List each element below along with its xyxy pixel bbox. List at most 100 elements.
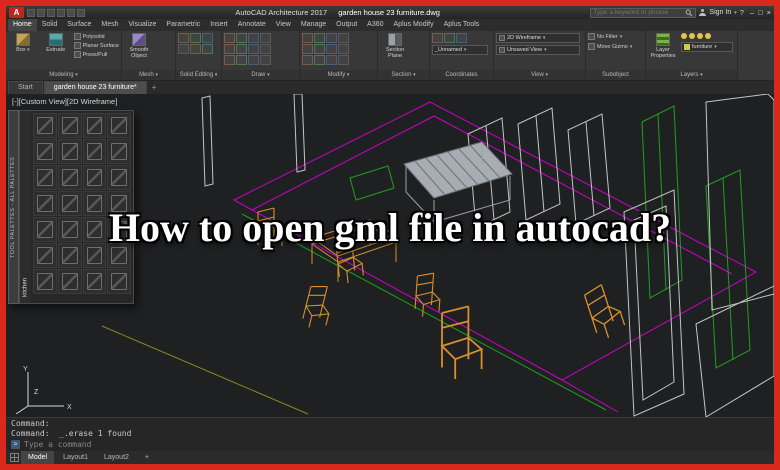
modify-tool-icon[interactable]	[302, 44, 313, 54]
modify-tool-icon[interactable]	[338, 44, 349, 54]
new-tab-icon[interactable]: +	[148, 82, 161, 94]
autocad-app-icon[interactable]: A	[9, 7, 24, 18]
ucs-name-dropdown[interactable]: _Unnamed▾	[432, 45, 488, 55]
layout-tab[interactable]: Layout2	[97, 451, 136, 464]
palette-item[interactable]	[58, 113, 82, 138]
window-control-button[interactable]: –	[750, 8, 754, 17]
palette-item[interactable]	[83, 269, 107, 294]
palette-item[interactable]	[33, 269, 57, 294]
ribbon-tab[interactable]: Solid	[37, 19, 63, 31]
palette-item[interactable]	[83, 165, 107, 190]
panel-label-section[interactable]: Section ▾	[378, 70, 429, 80]
smooth-object-button[interactable]: Smooth Object	[124, 33, 154, 60]
draw-tool-icon[interactable]	[248, 55, 259, 65]
solid-editing-tool-icon[interactable]	[178, 33, 189, 43]
polysolid-button[interactable]: Polysolid	[74, 33, 119, 40]
modify-tool-icon[interactable]	[302, 33, 313, 43]
palette-item[interactable]	[33, 165, 57, 190]
modify-tool-icon[interactable]	[326, 33, 337, 43]
ribbon-tab[interactable]: Annotate	[233, 19, 271, 31]
panel-label-view[interactable]: View ▾	[494, 70, 585, 80]
layout-tab[interactable]: Model	[21, 451, 54, 464]
layer-on-icon[interactable]	[681, 33, 687, 39]
no-filter-button[interactable]: No Filter ▾	[588, 33, 622, 40]
draw-tool-icon[interactable]	[260, 55, 271, 65]
ribbon-tab[interactable]: View	[271, 19, 296, 31]
solid-editing-tool-icon[interactable]	[202, 44, 213, 54]
layer-lock-icon[interactable]	[697, 33, 703, 39]
solid-editing-tool-icon[interactable]	[178, 44, 189, 54]
layout-tab[interactable]: +	[138, 451, 156, 464]
window-control-button[interactable]: ×	[767, 8, 771, 17]
help-icon[interactable]: ?	[740, 8, 744, 17]
panel-label-solid-editing[interactable]: Solid Editing ▾	[176, 70, 221, 80]
modify-tool-icon[interactable]	[326, 55, 337, 65]
planar-surface-button[interactable]: Planar Surface	[74, 42, 119, 49]
palette-item[interactable]	[107, 113, 131, 138]
draw-tool-icon[interactable]	[236, 55, 247, 65]
print-icon[interactable]	[77, 9, 85, 17]
solid-editing-tool-icon[interactable]	[190, 44, 201, 54]
palette-item[interactable]	[83, 113, 107, 138]
palette-item[interactable]	[83, 139, 107, 164]
ribbon-tab[interactable]: Home	[8, 19, 37, 31]
search-icon[interactable]	[685, 9, 693, 17]
draw-tool-icon[interactable]	[248, 44, 259, 54]
undo-icon[interactable]	[57, 9, 65, 17]
layout-tab[interactable]: Layout1	[56, 451, 95, 464]
view-dropdown[interactable]: Unsaved View▾	[496, 45, 580, 55]
draw-tool-icon[interactable]	[248, 33, 259, 43]
document-tab[interactable]: garden house 23 furniture*	[44, 81, 147, 94]
draw-tool-icon[interactable]	[224, 44, 235, 54]
window-control-button[interactable]: □	[758, 8, 763, 17]
ribbon-tab[interactable]: Parametric	[161, 19, 205, 31]
panel-label-modify[interactable]: Modify ▾	[300, 70, 377, 80]
visual-style-dropdown[interactable]: 2D Wireframe▾	[496, 33, 580, 43]
grid-display-icon[interactable]	[10, 453, 19, 462]
modify-tool-icon[interactable]	[314, 44, 325, 54]
panel-label-coordinates[interactable]: Coordinates	[430, 70, 493, 80]
palette-item[interactable]	[107, 165, 131, 190]
save-icon[interactable]	[47, 9, 55, 17]
press-pull-button[interactable]: Press/Pull	[74, 51, 119, 58]
layer-properties-button[interactable]: Layer Properties	[648, 33, 678, 60]
layer-dropdown[interactable]: furniture▾	[681, 42, 733, 52]
modify-tool-icon[interactable]	[338, 55, 349, 65]
solid-editing-tool-icon[interactable]	[202, 33, 213, 43]
panel-label-layers[interactable]: Layers ▾	[646, 70, 737, 80]
palette-item[interactable]	[58, 139, 82, 164]
ribbon-tab[interactable]: Aplus Modify	[389, 19, 439, 31]
ribbon-tab[interactable]: Surface	[62, 19, 96, 31]
panel-label-modeling[interactable]: Modeling ▾	[6, 70, 121, 80]
ucs-tool-icon[interactable]	[432, 33, 443, 43]
extrude-tool-button[interactable]: Extrude	[41, 33, 71, 53]
draw-tool-icon[interactable]	[236, 44, 247, 54]
box-tool-button[interactable]: Box ▾	[8, 33, 38, 54]
new-file-icon[interactable]	[27, 9, 35, 17]
ribbon-tab[interactable]: A360	[362, 19, 388, 31]
ucs-tool-icon[interactable]	[456, 33, 467, 43]
document-tab[interactable]: Start	[8, 81, 43, 94]
open-file-icon[interactable]	[37, 9, 45, 17]
draw-tool-icon[interactable]	[224, 55, 235, 65]
solid-editing-tool-icon[interactable]	[190, 33, 201, 43]
viewport-controls[interactable]: [-][Custom View][2D Wireframe]	[12, 97, 117, 106]
command-input-row[interactable]: > Type a command	[11, 439, 769, 450]
panel-label-mesh[interactable]: Mesh ▾	[122, 70, 175, 80]
sign-in-chevron-icon[interactable]: ▾	[734, 10, 737, 16]
layer-freeze-icon[interactable]	[689, 33, 695, 39]
palette-item[interactable]	[107, 139, 131, 164]
palette-item[interactable]	[33, 113, 57, 138]
draw-tool-icon[interactable]	[236, 33, 247, 43]
draw-tool-icon[interactable]	[260, 33, 271, 43]
draw-tool-icon[interactable]	[224, 33, 235, 43]
palette-item[interactable]	[107, 269, 131, 294]
panel-label-subobject[interactable]: Subobject	[586, 70, 645, 80]
section-plane-button[interactable]: Section Plane	[380, 33, 410, 60]
panel-label-draw[interactable]: Draw ▾	[222, 70, 299, 80]
palette-item[interactable]	[58, 165, 82, 190]
modify-tool-icon[interactable]	[338, 33, 349, 43]
layer-color-icon[interactable]	[705, 33, 711, 39]
search-input[interactable]	[593, 9, 683, 16]
draw-tool-icon[interactable]	[260, 44, 271, 54]
